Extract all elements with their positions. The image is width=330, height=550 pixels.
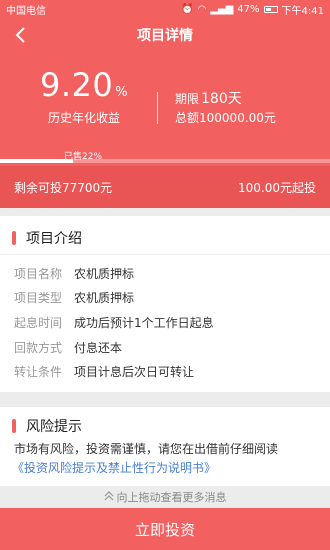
info-row-name: 项目名称 农机质押标 <box>14 266 134 282</box>
pull-up-text: 向上拖动查看更多消息 <box>116 491 227 504</box>
section-marker <box>12 419 16 433</box>
clock: 下午4:41 <box>281 5 324 17</box>
investment-summary-bar: 剩余可投77700元 100.00元起投 <box>0 166 330 208</box>
total-label: 总额 <box>175 111 200 125</box>
invest-now-button[interactable]: 立即投资 <box>0 508 330 550</box>
signal-icon: ▂▄▆ <box>210 3 234 15</box>
divider <box>157 92 158 124</box>
info-key: 起息时间 <box>14 316 63 330</box>
project-intro-card: 项目介绍 项目名称 农机质押标 项目类型 农机质押标 起息时间 成功后预计1个工… <box>0 216 330 392</box>
total-info: 总额100000.00元 <box>175 109 276 126</box>
section-marker <box>12 231 16 245</box>
alarm-icon: ⏰ <box>181 3 194 15</box>
risk-notice-card: 风险提示 市场有风险，投资需谨慎，请您在出借前仔细阅读 《投资风险提示及禁止性行… <box>0 407 330 486</box>
risk-text: 市场有风险，投资需谨慎，请您在出借前仔细阅读 <box>14 442 279 456</box>
nav-bar: 项目详情 <box>0 18 330 52</box>
status-bar: 中国电信 ⏰ ◠ ▂▄▆ 47% 下午4:41 <box>0 0 330 18</box>
battery-icon <box>263 5 278 13</box>
sold-progress-fill <box>0 159 73 163</box>
term-info: 期限 180天 <box>175 88 242 108</box>
info-value: 成功后预计1个工作日起息 <box>74 316 214 330</box>
rate-value: 9.20 <box>40 66 114 104</box>
info-row-type: 项目类型 农机质押标 <box>14 290 134 306</box>
term-value: 180天 <box>201 91 242 107</box>
battery-percent: 47% <box>237 3 260 15</box>
rate-label: 历史年化收益 <box>48 111 121 125</box>
minimum-investment: 100.00元起投 <box>238 180 316 195</box>
total-value: 100000.00元 <box>199 111 276 125</box>
section-title: 风险提示 <box>26 419 82 435</box>
risk-disclosure-link[interactable]: 《投资风险提示及禁止性行为说明书》 <box>12 459 216 476</box>
back-icon[interactable] <box>10 24 32 46</box>
page-title: 项目详情 <box>137 28 193 44</box>
info-key: 项目类型 <box>14 291 63 305</box>
section-header: 风险提示 <box>12 416 82 436</box>
sold-progress-bar <box>0 159 330 163</box>
carrier-label: 中国电信 <box>6 5 46 17</box>
pull-up-hint[interactable]: 向上拖动查看更多消息 <box>0 486 330 508</box>
divider <box>0 254 330 255</box>
info-key: 回款方式 <box>14 341 63 355</box>
wifi-icon: ◠ <box>197 3 207 15</box>
info-row-repayment: 回款方式 付息还本 <box>14 340 122 356</box>
rate-unit: % <box>115 85 129 100</box>
remaining-amount: 剩余可投77700元 <box>14 180 113 195</box>
project-header: 项目详情 9.20% 历史年化收益 期限 180天 总额100000.00元 已售… <box>0 18 330 166</box>
info-key: 转让条件 <box>14 365 63 379</box>
double-chevron-up-icon <box>104 490 114 504</box>
section-header: 项目介绍 <box>12 228 82 248</box>
info-row-start: 起息时间 成功后预计1个工作日起息 <box>14 315 214 331</box>
info-value: 项目计息后次日可转让 <box>74 365 195 379</box>
term-label: 期限 <box>175 92 200 106</box>
info-row-transfer: 转让条件 项目计息后次日可转让 <box>14 364 194 380</box>
info-value: 农机质押标 <box>74 291 135 305</box>
section-title: 项目介绍 <box>26 231 82 247</box>
info-key: 项目名称 <box>14 267 63 281</box>
info-value: 付息还本 <box>74 341 123 355</box>
annual-rate: 9.20% <box>40 66 128 104</box>
info-value: 农机质押标 <box>74 267 135 281</box>
